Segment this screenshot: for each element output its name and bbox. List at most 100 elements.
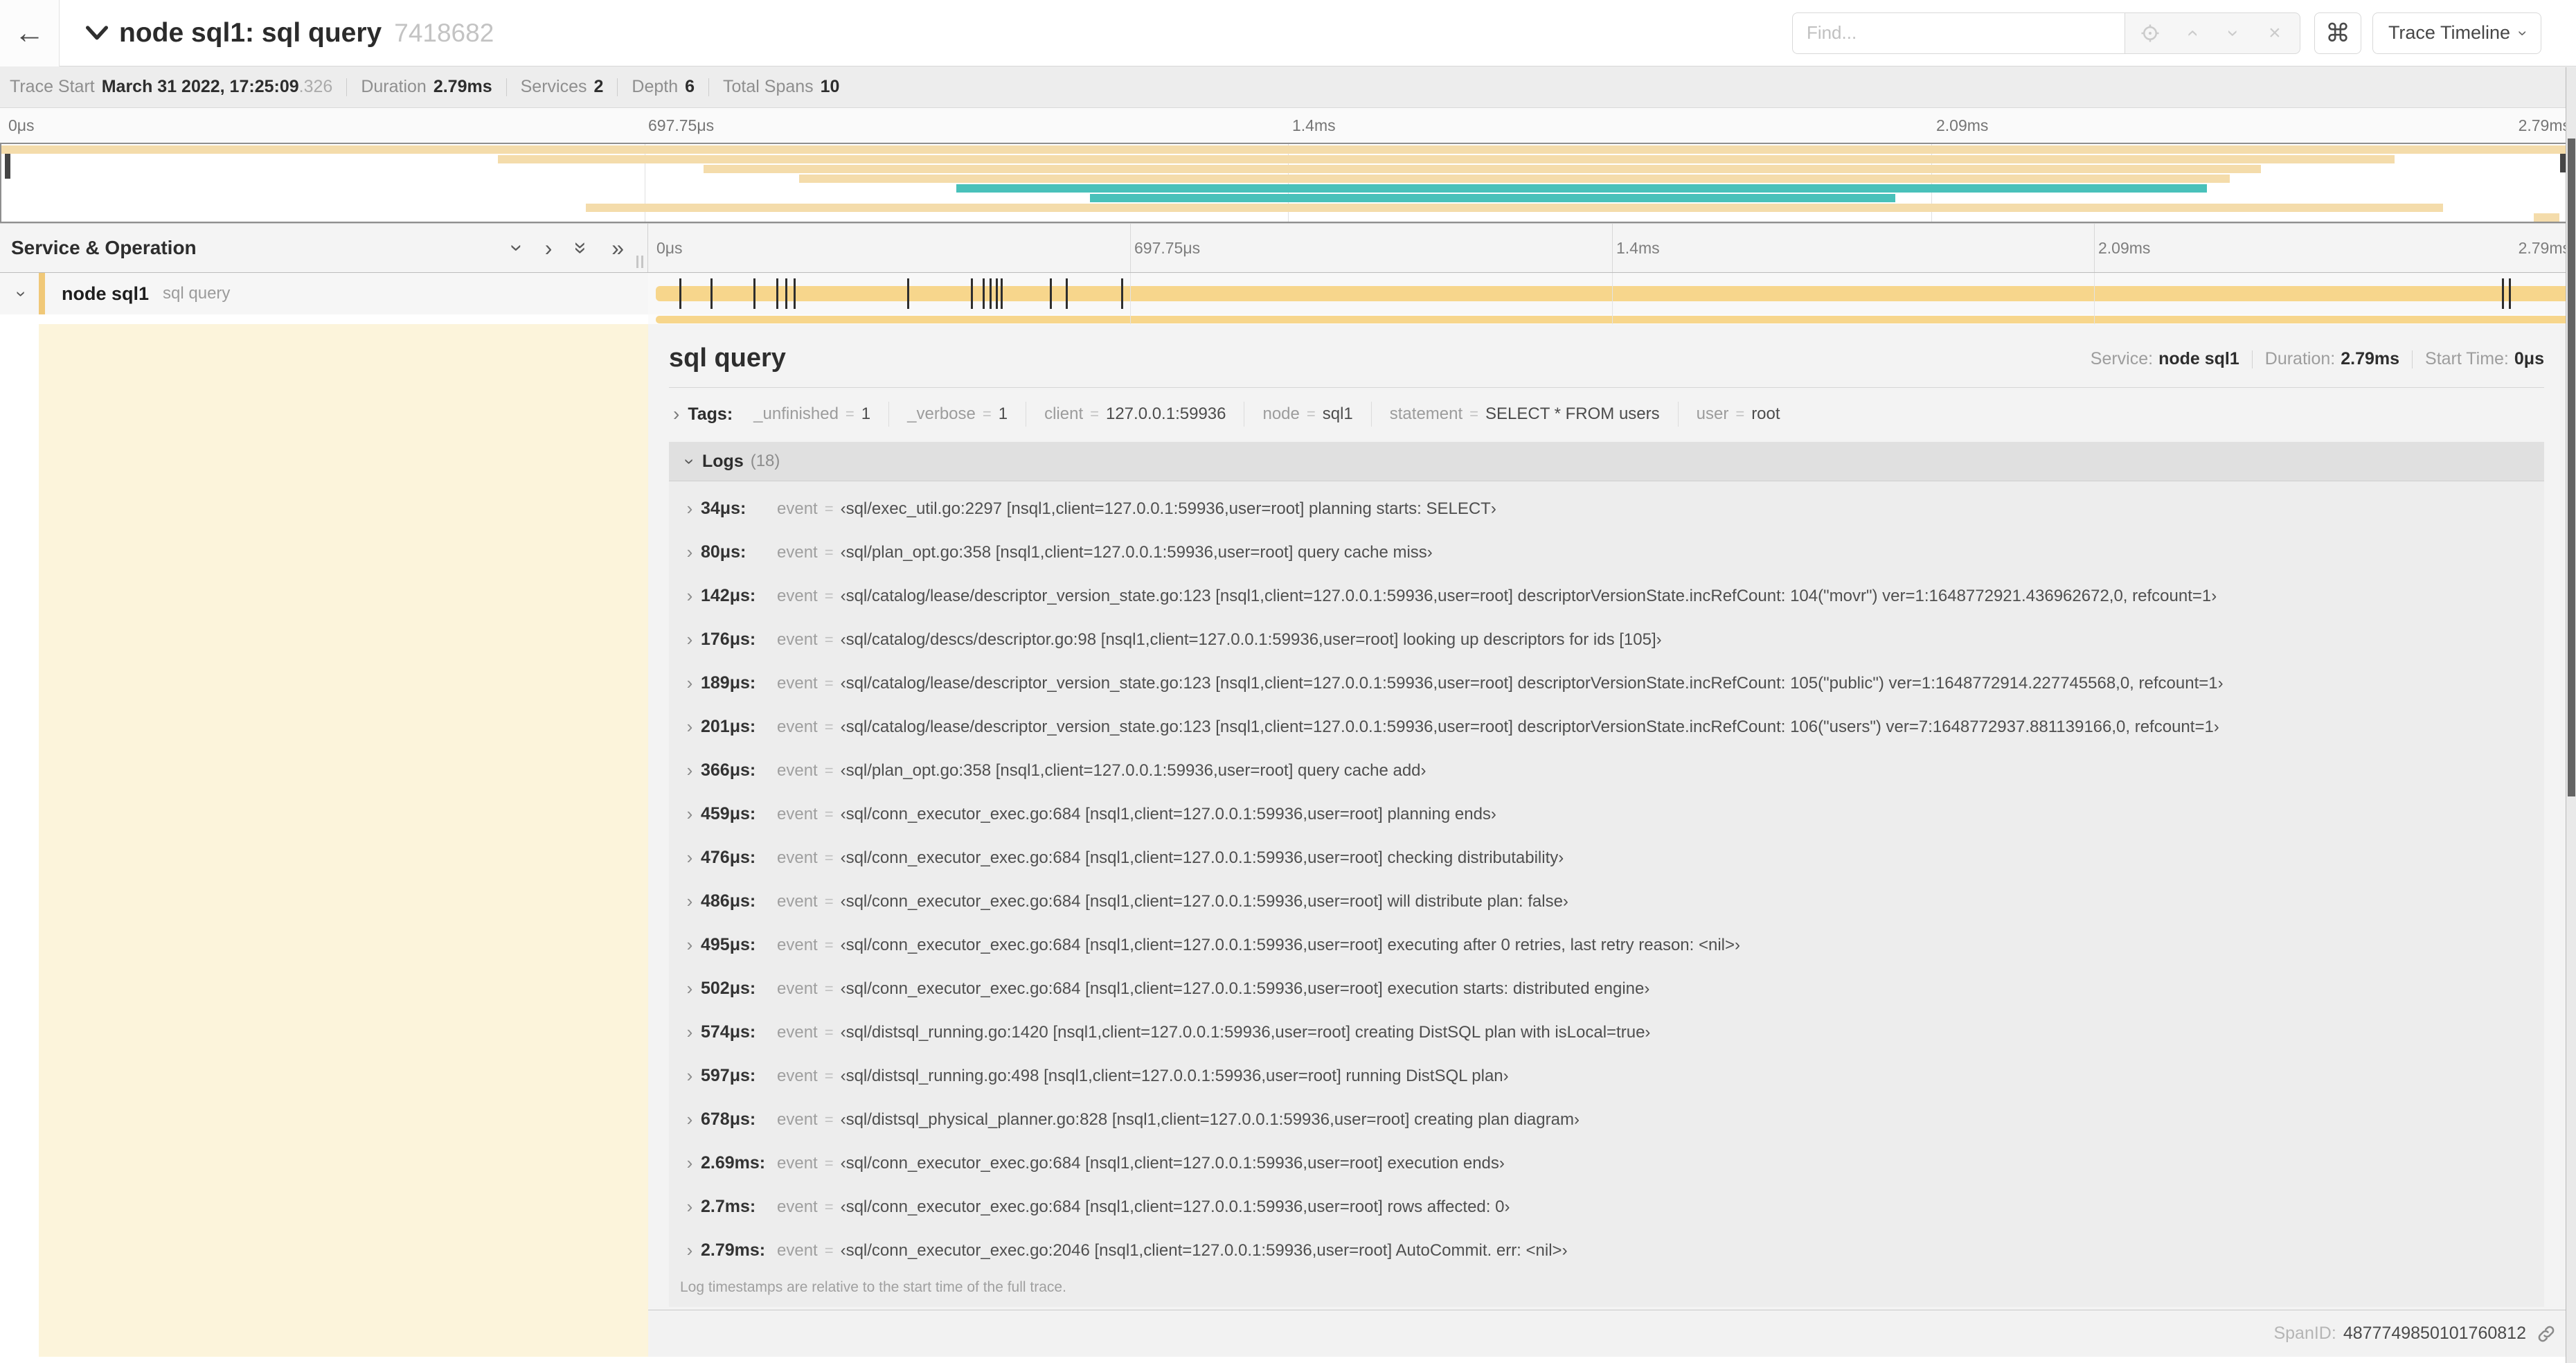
log-entry-row[interactable]: › 201μs: event = ‹sql/catalog/lease/descript… <box>669 705 2544 749</box>
summary-item-label: Duration <box>361 77 427 96</box>
log-entry-row[interactable]: › 142μs: event = ‹sql/catalog/lease/descript… <box>669 574 2544 618</box>
chevron-right-icon: › <box>686 585 693 606</box>
collapse-one-icon[interactable]: › <box>505 244 530 252</box>
find-input[interactable] <box>1791 12 2125 54</box>
chevron-right-icon: › <box>686 803 693 824</box>
locate-span-button[interactable] <box>2129 23 2171 44</box>
ruler-label: 2.79ms <box>2518 239 2570 257</box>
chevron-down-icon: › <box>2514 30 2532 36</box>
span-detail-panel: sql query Service: node sql1 Duration: 2.79… <box>648 324 2576 1310</box>
scrollbar-thumb[interactable] <box>2568 139 2575 796</box>
page-title: node sql1: sql query <box>119 17 382 48</box>
log-entry-row[interactable]: › 2.79ms: event = ‹sql/conn_executor_exec.go… <box>669 1229 2544 1272</box>
back-button[interactable]: ← <box>0 0 60 66</box>
find-next-button[interactable]: › <box>2212 21 2254 45</box>
tag-item: _unfinished = 1 <box>735 402 890 427</box>
tag-value: SELECT * FROM users <box>1485 404 1660 423</box>
logs-header[interactable]: › Logs (18) <box>669 442 2544 481</box>
gridline <box>1612 224 1613 272</box>
log-entry-row[interactable]: › 502μs: event = ‹sql/conn_executor_exec.go:… <box>669 967 2544 1010</box>
tag-key: user <box>1696 404 1729 423</box>
equals-sign: = <box>824 1023 834 1041</box>
span-name-cell[interactable]: › node sql1 sql query <box>0 273 648 314</box>
log-timestamp: 486μs: <box>701 891 756 911</box>
tag-item: _verbose = 1 <box>889 402 1027 427</box>
summary-item-value: 10 <box>820 77 840 96</box>
log-entry-row[interactable]: › 2.7ms: event = ‹sql/conn_executor_exec.go:… <box>669 1185 2544 1229</box>
log-marker <box>679 278 681 309</box>
chevron-right-icon: › <box>686 672 693 693</box>
collapse-controls: › › » » <box>505 237 624 259</box>
log-entry-row[interactable]: › 678μs: event = ‹sql/distsql_physical_plann… <box>669 1098 2544 1141</box>
gridline <box>1130 314 1131 324</box>
detail-divider <box>669 387 2544 388</box>
log-marker <box>1065 278 1068 309</box>
log-entry-row[interactable]: › 2.69ms: event = ‹sql/conn_executor_exec.go… <box>669 1141 2544 1185</box>
equals-sign: = <box>824 1197 834 1215</box>
chevron-down-icon[interactable]: › <box>11 286 33 301</box>
summary-item-value: 2 <box>593 77 604 96</box>
minimap-canvas[interactable] <box>0 143 2576 223</box>
tag-item: statement = SELECT * FROM users <box>1372 402 1679 427</box>
tag-value: 127.0.0.1:59936 <box>1105 404 1226 423</box>
meta-value: 2.79ms <box>2341 349 2400 368</box>
log-entry-row[interactable]: › 189μs: event = ‹sql/catalog/lease/descript… <box>669 661 2544 705</box>
meta-value: 0μs <box>2514 349 2544 368</box>
expand-one-icon[interactable]: › <box>545 237 553 259</box>
log-entry-row[interactable]: › 34μs: event = ‹sql/exec_util.go:2297 [nsql… <box>669 487 2544 531</box>
log-marker <box>776 278 779 309</box>
log-entry-row[interactable]: › 366μs: event = ‹sql/plan_opt.go:358 [nsql1… <box>669 749 2544 792</box>
service-color-bar <box>39 273 45 314</box>
log-field-key: event <box>777 499 818 518</box>
summary-item-value: March 31 2022, 17:25:09 <box>101 77 299 96</box>
log-timestamp: 2.69ms: <box>701 1153 766 1173</box>
span-duration-bar[interactable] <box>656 286 2570 301</box>
chevron-right-icon: › <box>686 1196 693 1217</box>
chevron-right-icon: › <box>673 403 680 425</box>
expand-all-icon[interactable]: » <box>611 237 624 259</box>
minimap-ruler: 0μs 697.75μs 1.4ms 2.09ms 2.79ms <box>0 108 2576 143</box>
equals-sign: = <box>824 1154 834 1172</box>
service-operation-label: Service & Operation <box>11 237 197 258</box>
find-clear-button[interactable]: × <box>2254 21 2296 45</box>
span-id-row: SpanID: 4877749850101760812 <box>648 1310 2576 1357</box>
tags-row[interactable]: › Tags: _unfinished = 1 _verbose = 1 client = 12… <box>669 396 2544 432</box>
minimap-left-handle[interactable] <box>5 150 10 179</box>
footer-indent-guide <box>39 1310 648 1357</box>
log-field-key: event <box>777 1240 818 1260</box>
minimap-span <box>956 184 2207 193</box>
meta-label: Start Time: <box>2425 349 2509 368</box>
tag-item: user = root <box>1679 402 1798 427</box>
deep-link-button[interactable] <box>2536 1324 2557 1344</box>
summary-item-label: Depth <box>632 77 679 96</box>
log-entry-row[interactable]: › 495μs: event = ‹sql/conn_executor_exec.go:… <box>669 923 2544 967</box>
trace-view-label: Trace Timeline <box>2388 22 2510 43</box>
log-field-value: ‹sql/conn_executor_exec.go:2046 [nsql1,c… <box>840 1240 1568 1260</box>
log-entry-row[interactable]: › 476μs: event = ‹sql/conn_executor_exec.go:… <box>669 836 2544 880</box>
gridline <box>1130 273 1131 314</box>
summary-item-value: 2.79ms <box>433 77 492 96</box>
log-entry-row[interactable]: › 176μs: event = ‹sql/catalog/descs/descript… <box>669 618 2544 661</box>
keyboard-shortcuts-button[interactable]: ⌘ <box>2314 12 2361 54</box>
detail-footer: SpanID: 4877749850101760812 <box>0 1310 2576 1357</box>
equals-sign: = <box>824 587 834 605</box>
log-entry-row[interactable]: › 574μs: event = ‹sql/distsql_running.go:142… <box>669 1010 2544 1054</box>
trace-view-selector[interactable]: Trace Timeline › <box>2372 12 2541 54</box>
collapse-trace-chevron[interactable] <box>86 25 108 41</box>
detail-meta: Service: node sql1 Duration: 2.79ms Start Ti… <box>2091 349 2544 373</box>
find-prev-button[interactable]: › <box>2171 21 2212 45</box>
log-entry-row[interactable]: › 459μs: event = ‹sql/conn_executor_exec.go:… <box>669 792 2544 836</box>
trace-id: 7418682 <box>394 18 494 47</box>
log-entry-row[interactable]: › 486μs: event = ‹sql/conn_executor_exec.go:… <box>669 880 2544 923</box>
log-marker <box>2502 278 2504 309</box>
log-field-value: ‹sql/plan_opt.go:358 [nsql1,client=127.0… <box>840 542 1433 562</box>
log-entry-row[interactable]: › 80μs: event = ‹sql/plan_opt.go:358 [nsql1,… <box>669 531 2544 574</box>
collapse-all-icon[interactable]: » <box>569 242 594 254</box>
column-resizer-handle[interactable] <box>636 256 643 268</box>
divider <box>346 78 348 96</box>
divider <box>2251 350 2253 368</box>
vertical-scrollbar[interactable] <box>2566 67 2576 1363</box>
log-entry-row[interactable]: › 597μs: event = ‹sql/distsql_running.go:498… <box>669 1054 2544 1098</box>
log-field-key: event <box>777 717 818 736</box>
log-marker <box>753 278 755 309</box>
